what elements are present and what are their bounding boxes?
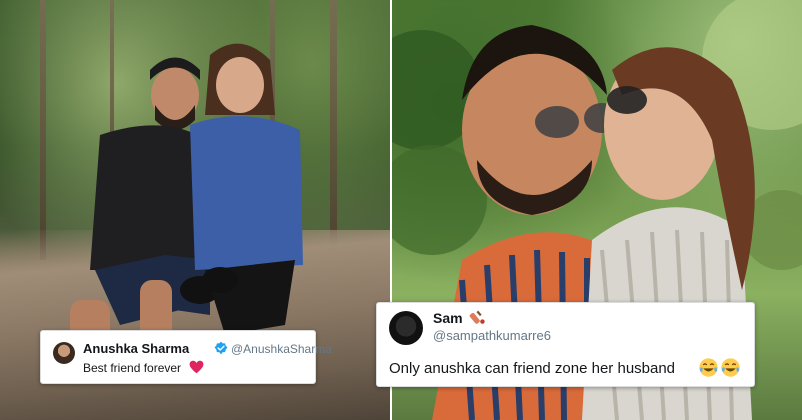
- woman-in-blue-jacket: [190, 43, 303, 335]
- avatar[interactable]: [53, 342, 75, 364]
- tears-of-joy-emoji-icon: [721, 358, 740, 377]
- tweet-text: Only anushka can friend zone her husband: [389, 360, 676, 377]
- tree-trunk: [330, 0, 337, 260]
- collage: Anushka Sharma @AnushkaSharma Best frien…: [0, 0, 802, 420]
- tweet-card-anushka[interactable]: Anushka Sharma @AnushkaSharma Best frien…: [40, 330, 332, 384]
- cricket-bat-icon: [469, 310, 485, 324]
- tears-of-joy-emoji-icon: [699, 358, 718, 377]
- tweet-author-handle[interactable]: @sampathkumarre6: [433, 328, 551, 343]
- tweet-author-name[interactable]: Sam: [433, 310, 463, 326]
- red-heart-icon: [189, 360, 204, 374]
- tree-trunk: [40, 0, 46, 260]
- verified-badge-icon: [214, 341, 228, 355]
- tweet-author-handle[interactable]: @AnushkaSharma: [231, 342, 332, 356]
- avatar[interactable]: [389, 311, 423, 345]
- tweet-card-sam[interactable]: Sam @sampathkumarre6 Only anushka can fr…: [376, 302, 755, 387]
- tweet-author-name[interactable]: Anushka Sharma: [83, 341, 189, 356]
- tweet-text: Best friend forever: [83, 361, 182, 375]
